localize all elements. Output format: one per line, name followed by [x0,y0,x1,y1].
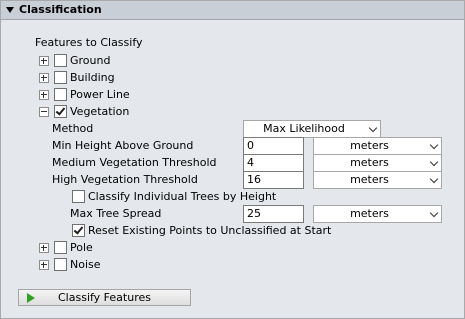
max-tree-spread-label: Max Tree Spread [70,207,162,220]
expand-building-icon[interactable] [39,73,49,83]
check-icon [73,224,84,235]
max-tree-spread-unit-dropdown[interactable]: meters [313,205,442,223]
vegetation-label: Vegetation [70,105,130,118]
chevron-down-icon [429,174,439,184]
features-heading: Features to Classify [35,36,143,49]
high-vegetation-unit: meters [350,173,389,186]
classification-panel: Classification Features to Classify Grou… [0,0,465,319]
classify-trees-label: Classify Individual Trees by Height [88,190,277,203]
classify-features-button[interactable]: Classify Features [18,289,191,306]
noise-checkbox[interactable] [54,258,67,271]
building-label: Building [70,71,115,84]
expand-noise-icon[interactable] [39,260,49,270]
min-height-input[interactable]: 0 [243,137,304,155]
reset-points-label: Reset Existing Points to Unclassified at… [88,224,332,237]
chevron-down-icon [429,140,439,150]
section-header[interactable]: Classification [1,1,464,20]
ground-label: Ground [70,54,111,67]
method-value: Max Likelihood [263,122,345,135]
min-height-unit-dropdown[interactable]: meters [313,137,442,155]
chevron-down-icon [429,208,439,218]
medium-vegetation-label: Medium Vegetation Threshold [52,156,217,169]
section-content: Features to Classify Ground Building Pow… [1,20,464,318]
collapse-arrow-icon[interactable] [6,7,14,13]
medium-vegetation-input[interactable]: 4 [243,154,304,172]
medium-vegetation-unit: meters [350,156,389,169]
expand-ground-icon[interactable] [39,56,49,66]
reset-points-checkbox[interactable] [72,224,85,237]
high-vegetation-label: High Vegetation Threshold [52,173,198,186]
classify-trees-checkbox[interactable] [72,190,85,203]
check-icon [55,105,66,116]
expand-power-line-icon[interactable] [39,90,49,100]
noise-label: Noise [70,258,101,271]
classify-features-label: Classify Features [58,291,151,304]
collapse-vegetation-icon[interactable] [39,107,49,117]
medium-vegetation-unit-dropdown[interactable]: meters [313,154,442,172]
ground-checkbox[interactable] [54,54,67,67]
building-checkbox[interactable] [54,71,67,84]
max-tree-spread-unit: meters [350,207,389,220]
min-height-label: Min Height Above Ground [52,139,194,152]
min-height-unit: meters [350,139,389,152]
max-tree-spread-input[interactable]: 25 [243,205,304,223]
method-dropdown[interactable]: Max Likelihood [243,120,381,138]
chevron-down-icon [368,123,378,133]
section-title: Classification [19,3,102,16]
high-vegetation-unit-dropdown[interactable]: meters [313,171,442,189]
vegetation-checkbox[interactable] [54,105,67,118]
expand-pole-icon[interactable] [39,243,49,253]
pole-label: Pole [70,241,93,254]
high-vegetation-input[interactable]: 16 [243,171,304,189]
power-line-checkbox[interactable] [54,88,67,101]
chevron-down-icon [429,157,439,167]
pole-checkbox[interactable] [54,241,67,254]
power-line-label: Power Line [70,88,130,101]
method-label: Method [52,122,94,135]
